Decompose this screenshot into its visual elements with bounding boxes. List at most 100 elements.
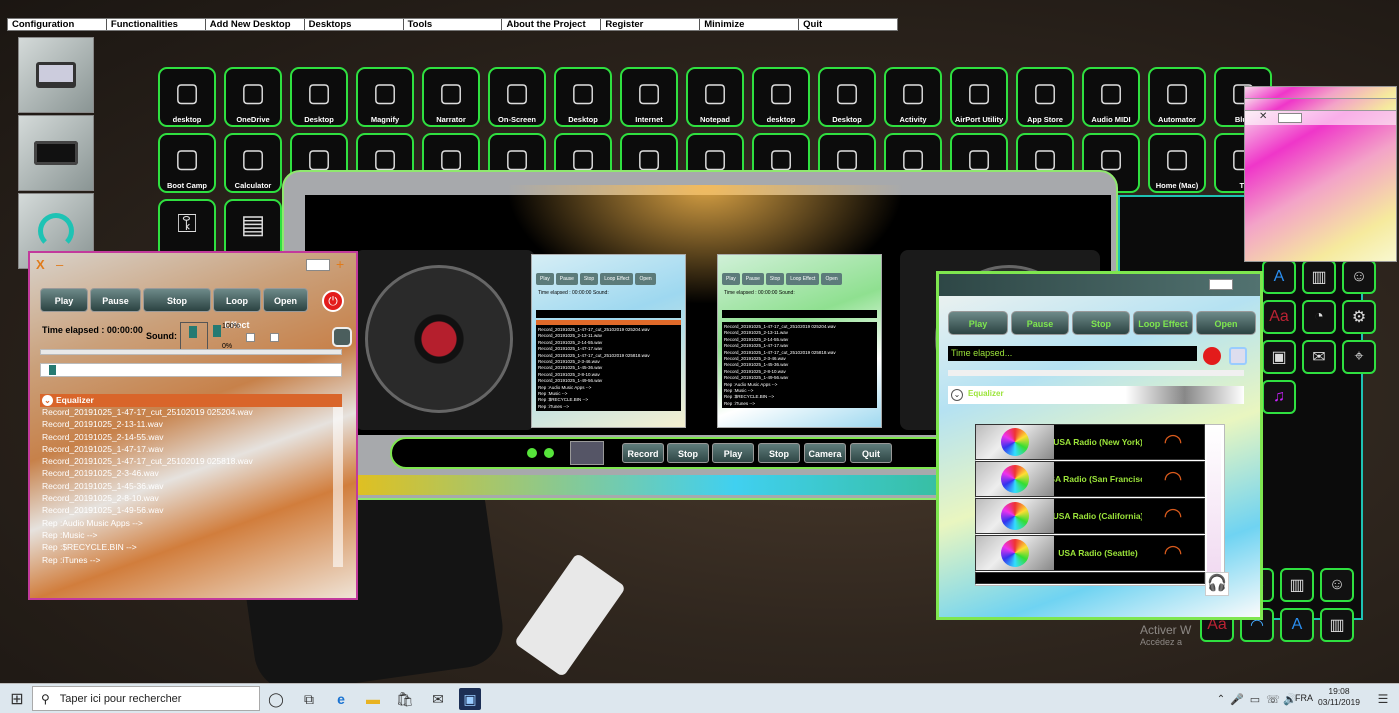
clock[interactable]: 19:08 03/11/2019	[1318, 686, 1360, 708]
radio-station-row[interactable]: USA Radio (California) ◠	[975, 498, 1205, 534]
settings-icon[interactable]	[332, 327, 352, 347]
menu-functionalities[interactable]: Functionalities	[107, 19, 206, 30]
desktop-icon-15[interactable]: ▢ Automator	[1148, 67, 1206, 127]
mini-left-play-button[interactable]: Play	[536, 273, 554, 285]
file-explorer-icon[interactable]: ▬	[362, 688, 384, 710]
mini-file-list-item[interactable]: Rep :iTunes -->	[724, 401, 875, 407]
mini-right-open-button[interactable]: Open	[821, 273, 842, 285]
add-icon[interactable]: +	[336, 256, 344, 272]
desktop-icon-14[interactable]: ▢ Audio MIDI	[1082, 67, 1140, 127]
window-dropdown[interactable]	[306, 259, 330, 271]
station-list-scrollbar[interactable]	[1207, 426, 1221, 584]
stop-button[interactable]: Stop	[143, 288, 211, 312]
desktop-icon-10[interactable]: ▢ Desktop	[818, 67, 876, 127]
loop-effect-button[interactable]: Loop Effect	[1133, 311, 1193, 335]
position-slider-thumb[interactable]	[49, 365, 56, 375]
desktop-icon-8[interactable]: ▢ Notepad	[686, 67, 744, 127]
refresh-icon[interactable]	[1229, 347, 1247, 365]
file-list-item[interactable]: Rep :iTunes -->	[30, 554, 342, 566]
desktop-icon-2[interactable]: ▢ Desktop	[290, 67, 348, 127]
mail-icon[interactable]: ✉	[1302, 340, 1336, 374]
stop-button-2[interactable]: Stop	[758, 443, 800, 463]
stop-button[interactable]: Stop	[1072, 311, 1130, 335]
mini-file-list-item[interactable]: Rep :iTunes -->	[538, 404, 679, 410]
headphones-icon[interactable]: 🎧	[1205, 572, 1229, 596]
progress-bar[interactable]	[948, 370, 1244, 376]
desktop-icon-6[interactable]: ▢ Desktop	[554, 67, 612, 127]
mini-right-stop-button[interactable]: Stop	[765, 273, 785, 285]
notifications-icon[interactable]: ☰	[1372, 688, 1394, 710]
open-button[interactable]: Open	[263, 288, 308, 312]
search-box[interactable]: ⚲ Taper ici pour rechercher	[32, 686, 260, 711]
desktop-icon-keys[interactable]: ⚿	[158, 199, 216, 259]
radio-station-row[interactable]: USA Radio (San Francisco) ◠	[975, 461, 1205, 497]
window-dropdown[interactable]	[1209, 279, 1233, 290]
play-button[interactable]: Play	[712, 443, 754, 463]
close-icon[interactable]: ✕	[1259, 111, 1267, 122]
mini-left-loop-button[interactable]: Loop Effect	[600, 273, 634, 285]
maps-icon[interactable]: ⌖	[1342, 340, 1376, 374]
radio-station-row[interactable]: USA Radio (Seattle) ◠	[975, 535, 1205, 571]
menu-tools[interactable]: Tools	[404, 19, 503, 30]
file-list-item[interactable]: Record_20191025_2-13-11.wav	[30, 418, 342, 430]
store-icon[interactable]: 🛍	[394, 688, 416, 710]
camera-button[interactable]: Camera	[804, 443, 846, 463]
piano-icon[interactable]: ▥	[1280, 568, 1314, 602]
automator-icon[interactable]: ☺	[1342, 260, 1376, 294]
menu-about[interactable]: About the Project	[502, 19, 602, 30]
file-list[interactable]: Record_20191025_1-47-17_cut_25102019 025…	[30, 406, 342, 566]
desktop-icon-7[interactable]: ▢ Internet	[620, 67, 678, 127]
menu-minimize[interactable]: Minimize	[700, 19, 800, 30]
midi-icon-2[interactable]: ▥	[1320, 608, 1354, 642]
radio-station-row[interactable]: USA Radio (New York) ◠	[975, 424, 1205, 460]
volume-slider-thumb-2[interactable]	[213, 325, 221, 337]
mini-right-loop-button[interactable]: Loop Effect	[786, 273, 820, 285]
mini-right-pause-button[interactable]: Pause	[741, 273, 764, 285]
radio-station-row-partial[interactable]	[975, 572, 1205, 584]
file-list-item[interactable]: Record_20191025_2-14-55.wav	[30, 431, 342, 443]
mini-left-stop-button[interactable]: Stop	[579, 273, 599, 285]
volume-slider-thumb[interactable]	[189, 326, 197, 338]
itunes-icon[interactable]: ♫	[1262, 380, 1296, 414]
settings-icon[interactable]: ⚙	[1342, 300, 1376, 334]
file-list-item[interactable]: Record_20191025_1-49-56.wav	[30, 504, 342, 516]
play-button[interactable]: Play	[40, 288, 88, 312]
mini-right-play-button[interactable]: Play	[722, 273, 740, 285]
menu-register[interactable]: Register	[601, 19, 701, 30]
menu-quit[interactable]: Quit	[799, 19, 897, 30]
desktop-icon-keynote[interactable]: ▤	[224, 199, 282, 259]
desktop2-icon-1[interactable]: ▢ Calculator	[224, 133, 282, 193]
menu-configuration[interactable]: Configuration	[8, 19, 107, 30]
multitask-icon[interactable]: ⧉	[298, 688, 320, 710]
mini-right-file-list[interactable]: Record_20191025_1-47-17_cut_25102019 025…	[722, 322, 877, 408]
progress-bar[interactable]	[40, 349, 342, 355]
checkbox-1[interactable]	[246, 333, 255, 342]
dropdown[interactable]	[1278, 113, 1302, 123]
desktop-icon-12[interactable]: ▢ AirPort Utility	[950, 67, 1008, 127]
desktop2-icon-0[interactable]: ▢ Boot Camp	[158, 133, 216, 193]
desktop-icon-5[interactable]: ▢ On-Screen	[488, 67, 546, 127]
app-window-icon[interactable]: ▣	[459, 688, 481, 710]
stop-button[interactable]: Stop	[667, 443, 709, 463]
desktop2-icon-15[interactable]: ▢ Home (Mac)	[1148, 133, 1206, 193]
mini-left-file-list[interactable]: Record_20191025_1-47-17_cut_25102019 025…	[536, 325, 681, 411]
checkbox-2[interactable]	[270, 333, 279, 342]
record-indicator[interactable]	[1203, 347, 1221, 365]
task-view-icon[interactable]: ◯	[265, 688, 287, 710]
file-list-item[interactable]: Record_20191025_1-47-17_cut_25102019 025…	[30, 406, 342, 418]
edge-icon[interactable]: e	[330, 688, 352, 710]
file-list-item[interactable]: Record_20191025_2-8-10.wav	[30, 492, 342, 504]
file-list-item[interactable]: Rep :$RECYCLE.BIN -->	[30, 541, 342, 553]
file-list-item[interactable]: Record_20191025_2-3-46.wav	[30, 467, 342, 479]
open-button[interactable]: Open	[1196, 311, 1256, 335]
tile-laptop[interactable]	[18, 37, 94, 113]
dashboard-icon[interactable]: ◔	[1302, 300, 1336, 334]
preview-icon[interactable]: ▣	[1262, 340, 1296, 374]
file-list-item[interactable]: Rep :Music -->	[30, 529, 342, 541]
file-list-item[interactable]: Record_20191025_1-47-17.wav	[30, 443, 342, 455]
mini-right-progress[interactable]	[722, 310, 877, 318]
desktop-icon-4[interactable]: ▢ Narrator	[422, 67, 480, 127]
pause-button[interactable]: Pause	[1011, 311, 1069, 335]
play-button[interactable]: Play	[948, 311, 1008, 335]
mail-icon[interactable]: ✉	[427, 688, 449, 710]
